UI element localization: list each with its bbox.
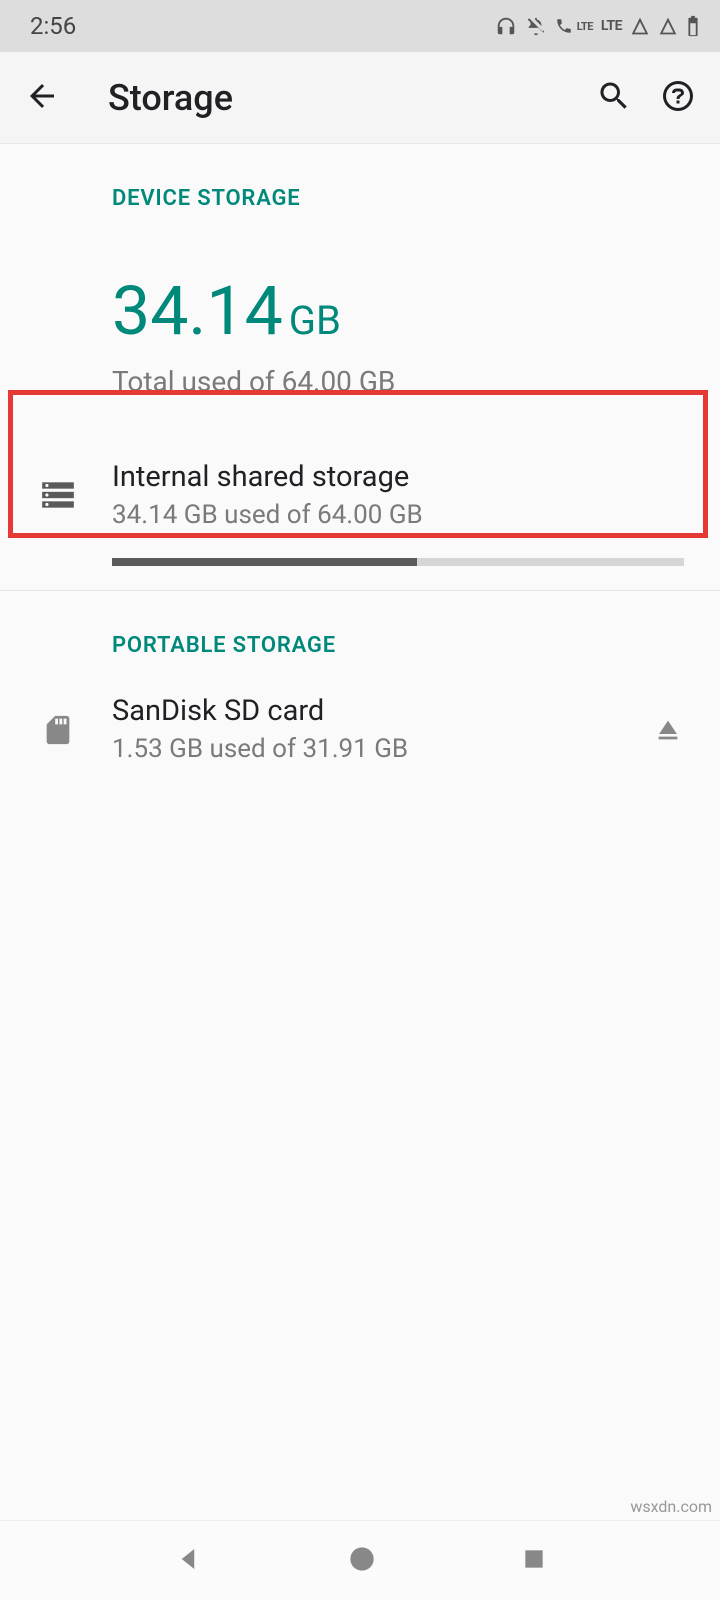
status-bar: 2:56 LTE LTE (0, 0, 720, 52)
summary-subtitle: Total used of 64.00 GB (112, 365, 720, 398)
lte-text: LTE (601, 18, 622, 34)
summary-unit: GB (289, 297, 341, 344)
summary-value: 34.14 (112, 271, 283, 351)
help-icon (660, 78, 696, 114)
progress-fill (112, 558, 417, 566)
help-button[interactable] (660, 78, 696, 118)
storage-icon (39, 476, 77, 514)
nav-home-icon (348, 1545, 376, 1573)
internal-storage-title: Internal shared storage (112, 460, 684, 494)
page-title: Storage (108, 77, 568, 119)
content: DEVICE STORAGE 34.14GB Total used of 64.… (0, 144, 720, 788)
app-bar: Storage (0, 52, 720, 144)
internal-storage-progress (112, 558, 684, 566)
nav-home-button[interactable] (348, 1545, 376, 1577)
status-time: 2:56 (30, 12, 76, 40)
arrow-back-icon (24, 78, 60, 114)
volte-icon (555, 17, 573, 35)
internal-storage-sub: 34.14 GB used of 64.00 GB (112, 500, 684, 530)
navigation-bar (0, 1520, 720, 1600)
battery-icon (686, 15, 700, 37)
dnd-icon (525, 15, 547, 37)
lte-small-text: LTE (577, 20, 593, 33)
nav-recent-icon (521, 1546, 547, 1572)
nav-back-button[interactable] (173, 1544, 203, 1578)
eject-icon (652, 714, 684, 746)
storage-summary: 34.14GB Total used of 64.00 GB (0, 211, 720, 438)
back-button[interactable] (24, 78, 60, 118)
sdcard-sub: 1.53 GB used of 31.91 GB (112, 734, 636, 764)
signal-icon-2 (658, 16, 678, 36)
headphones-icon (495, 15, 517, 37)
eject-button[interactable] (636, 694, 684, 750)
search-button[interactable] (596, 78, 632, 118)
sd-card-icon (41, 710, 75, 750)
internal-storage-row[interactable]: Internal shared storage 34.14 GB used of… (0, 438, 720, 590)
watermark: wsxdn.com (630, 1497, 712, 1516)
status-icons: LTE LTE (495, 15, 700, 37)
signal-icon (630, 16, 650, 36)
section-portable-storage: PORTABLE STORAGE (0, 591, 720, 658)
nav-back-icon (173, 1544, 203, 1574)
sdcard-row[interactable]: SanDisk SD card 1.53 GB used of 31.91 GB (0, 658, 720, 788)
section-device-storage: DEVICE STORAGE (0, 144, 720, 211)
sdcard-title: SanDisk SD card (112, 694, 636, 728)
nav-recent-button[interactable] (521, 1546, 547, 1576)
search-icon (596, 78, 632, 114)
